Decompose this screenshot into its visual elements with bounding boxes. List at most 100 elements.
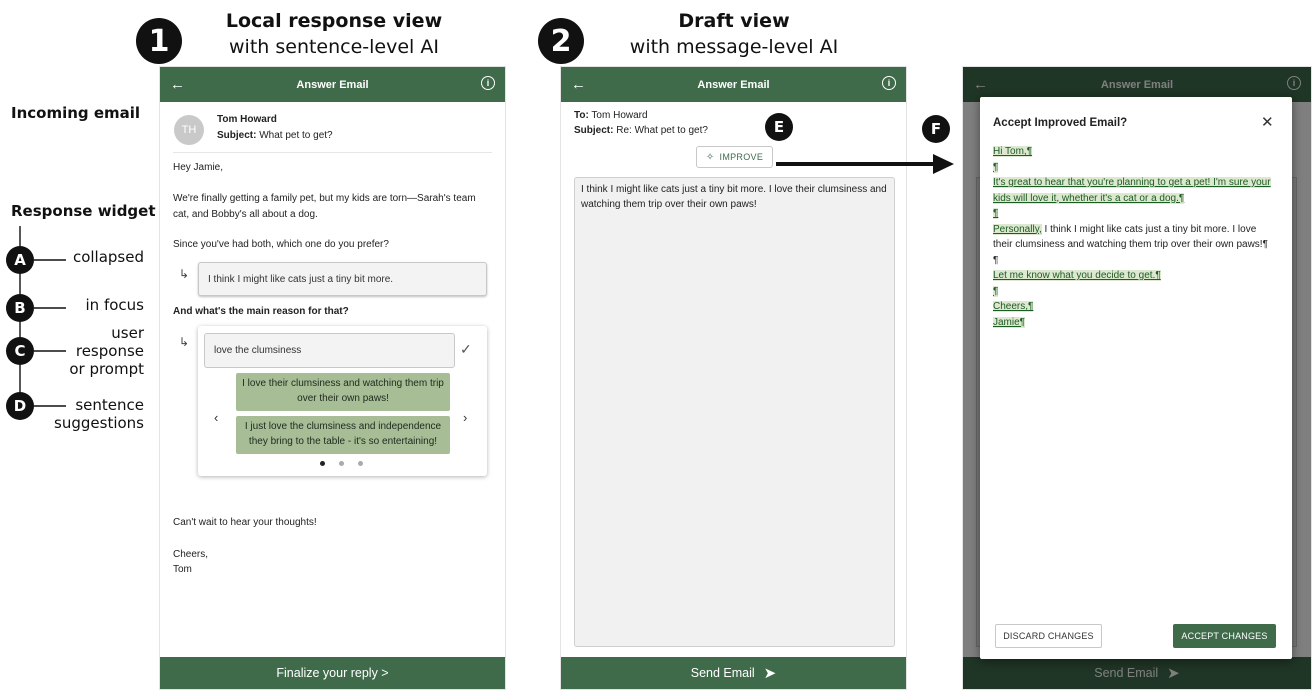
- improved-line-ask: Let me know what you decide to get.¶: [993, 268, 1287, 284]
- header-divider: [173, 152, 492, 153]
- legend-badge-d: D: [6, 392, 34, 420]
- marker-f: F: [922, 115, 950, 143]
- legend-badge-b: B: [6, 294, 34, 322]
- send-arrow-icon: ➤: [763, 665, 777, 682]
- email-closing-line: Can't wait to hear your thoughts!: [173, 517, 317, 528]
- reply-arrow-icon: ↳: [179, 267, 190, 281]
- improved-line-break: ¶: [993, 254, 999, 266]
- carousel-dot[interactable]: [339, 461, 344, 466]
- send-email-button[interactable]: Send Email ➤: [561, 657, 906, 689]
- appbar-title: Answer Email: [697, 78, 770, 91]
- subject-text: What pet to get?: [259, 130, 333, 141]
- improved-line-signoff: Cheers,¶: [993, 299, 1287, 315]
- reply-subject-line: Subject: Re: What pet to get?: [574, 123, 708, 139]
- sender-name: Tom Howard: [217, 114, 277, 125]
- email-signoff: Cheers,: [173, 549, 209, 560]
- avatar: TH: [174, 115, 204, 145]
- send-email-label: Send Email: [690, 666, 755, 680]
- email-subject: Subject: What pet to get?: [217, 128, 333, 144]
- added-text-highlight: ¶: [993, 285, 999, 297]
- accept-changes-button[interactable]: ACCEPT CHANGES: [1173, 624, 1276, 648]
- added-text-highlight: Hi Tom,¶: [993, 146, 1033, 157]
- legend-label-collapsed: collapsed: [72, 248, 144, 266]
- added-text-highlight: kids will love it, whether it's a cat or…: [993, 192, 1185, 204]
- added-text-highlight: ¶: [993, 208, 999, 219]
- legend-label-d-line1: sentence: [75, 396, 144, 414]
- confirm-check-icon[interactable]: ✓: [460, 341, 472, 358]
- legend-label-sentence-suggestions: sentence suggestions: [44, 396, 144, 432]
- legend-label-in-focus: in focus: [85, 296, 144, 314]
- panel2-heading: Draft view with message-level AI: [620, 8, 848, 60]
- panel1-heading: Local response view with sentence-level …: [210, 8, 458, 60]
- improved-line-break: ¶: [993, 284, 1287, 300]
- panel2-number-badge: 2: [538, 18, 584, 64]
- phone-local-response-view: ← Answer Email i TH Tom Howard Subject: …: [159, 66, 506, 690]
- improved-line-break: ¶: [993, 206, 1287, 222]
- email-question-2: And what's the main reason for that?: [173, 306, 349, 317]
- email-signature: Tom: [173, 564, 192, 575]
- added-text-highlight: Cheers,¶: [993, 301, 1034, 312]
- reply-subject-text: Re: What pet to get?: [616, 125, 708, 136]
- improved-line-intro-1: It's great to hear that you're planning …: [993, 175, 1287, 191]
- collapsed-response-widget[interactable]: I think I might like cats just a tiny bi…: [198, 262, 487, 296]
- discard-changes-button[interactable]: DISCARD CHANGES: [995, 624, 1102, 648]
- panel1-heading-subtitle: with sentence-level AI: [229, 36, 439, 58]
- appbar: ← Answer Email i: [160, 67, 505, 102]
- added-text-highlight: ¶: [993, 161, 999, 173]
- panel1-heading-title: Local response view: [225, 10, 443, 32]
- improved-line-body-2: their clumsiness and watching them trip …: [993, 239, 1268, 250]
- legend-label-c-line1: user: [111, 324, 144, 342]
- improved-line-body-1: Personally, I think I might like cats ju…: [993, 222, 1287, 238]
- sparkle-icon: ✧: [705, 151, 715, 163]
- carousel-dot-active[interactable]: [320, 461, 325, 466]
- draft-editor[interactable]: I think I might like cats just a tiny bi…: [574, 177, 895, 647]
- to-label: To:: [574, 110, 589, 121]
- phone-accept-dialog-view: ← Answer Email i Send Email ➤ Accept Imp…: [962, 66, 1312, 690]
- carousel-dot[interactable]: [358, 461, 363, 466]
- next-suggestion-chevron-icon[interactable]: ›: [463, 410, 467, 425]
- reply-arrow-icon: ↳: [179, 335, 190, 349]
- appbar-title: Answer Email: [296, 78, 369, 91]
- panel2-heading-subtitle: with message-level AI: [629, 36, 839, 58]
- back-arrow-icon[interactable]: ←: [170, 76, 185, 93]
- unchanged-text: I think I might like cats just a tiny bi…: [1041, 223, 1257, 235]
- improved-line-signature: Jamie¶: [993, 315, 1287, 331]
- added-text-highlight: Let me know what you decide to get.¶: [993, 270, 1161, 281]
- marker-e: E: [765, 113, 793, 141]
- appbar: ← Answer Email i: [561, 67, 906, 102]
- email-paragraph-line1: We're finally getting a family pet, but …: [173, 193, 476, 204]
- email-paragraph: We're finally getting a family pet, but …: [173, 191, 476, 223]
- legend-label-d-line2: suggestions: [54, 414, 144, 432]
- sentence-suggestion-1[interactable]: I love their clumsiness and watching the…: [236, 373, 450, 411]
- subject-label: Subject:: [574, 125, 614, 136]
- accept-improved-email-dialog: Accept Improved Email? ✕ Hi Tom,¶ ¶ It's…: [980, 97, 1292, 659]
- improve-to-dialog-arrow: [776, 154, 954, 174]
- added-text-highlight: It's great to hear that you're planning …: [993, 177, 1271, 188]
- legend-label-c-line2: response: [75, 342, 144, 360]
- finalize-reply-button[interactable]: Finalize your reply >: [160, 657, 505, 689]
- prev-suggestion-chevron-icon[interactable]: ‹: [214, 410, 218, 425]
- improved-email-body: Hi Tom,¶ ¶ It's great to hear that you'r…: [993, 144, 1287, 330]
- panel2-heading-title: Draft view: [678, 10, 790, 32]
- legend-label-c-line3: or prompt: [69, 360, 144, 378]
- close-icon[interactable]: ✕: [1261, 113, 1274, 131]
- email-paragraph-line2: cat, and Bobby's all about a dog.: [173, 209, 318, 220]
- improved-line-intro-2: kids will love it, whether it's a cat or…: [993, 191, 1287, 207]
- improved-line-greeting: Hi Tom,¶: [993, 144, 1287, 160]
- email-question-1: Since you've had both, which one do you …: [173, 239, 389, 250]
- recipient-line: To: Tom Howard: [574, 108, 648, 124]
- sentence-suggestion-2[interactable]: I just love the clumsiness and independe…: [236, 416, 450, 454]
- improve-button-label: IMPROVE: [719, 152, 764, 162]
- improved-line-break: ¶: [993, 160, 1287, 176]
- prompt-input[interactable]: love the clumsiness: [204, 333, 455, 368]
- subject-label: Subject:: [217, 130, 257, 141]
- added-text-highlight: Jamie¶: [993, 316, 1026, 328]
- improve-button[interactable]: ✧ IMPROVE: [696, 146, 773, 168]
- recipient-name: Tom Howard: [591, 110, 648, 121]
- info-icon[interactable]: i: [882, 76, 896, 90]
- back-arrow-icon[interactable]: ←: [571, 76, 586, 93]
- email-greeting: Hey Jamie,: [173, 162, 224, 173]
- info-icon[interactable]: i: [481, 76, 495, 90]
- legend-badge-c: C: [6, 337, 34, 365]
- dialog-title: Accept Improved Email?: [993, 117, 1128, 129]
